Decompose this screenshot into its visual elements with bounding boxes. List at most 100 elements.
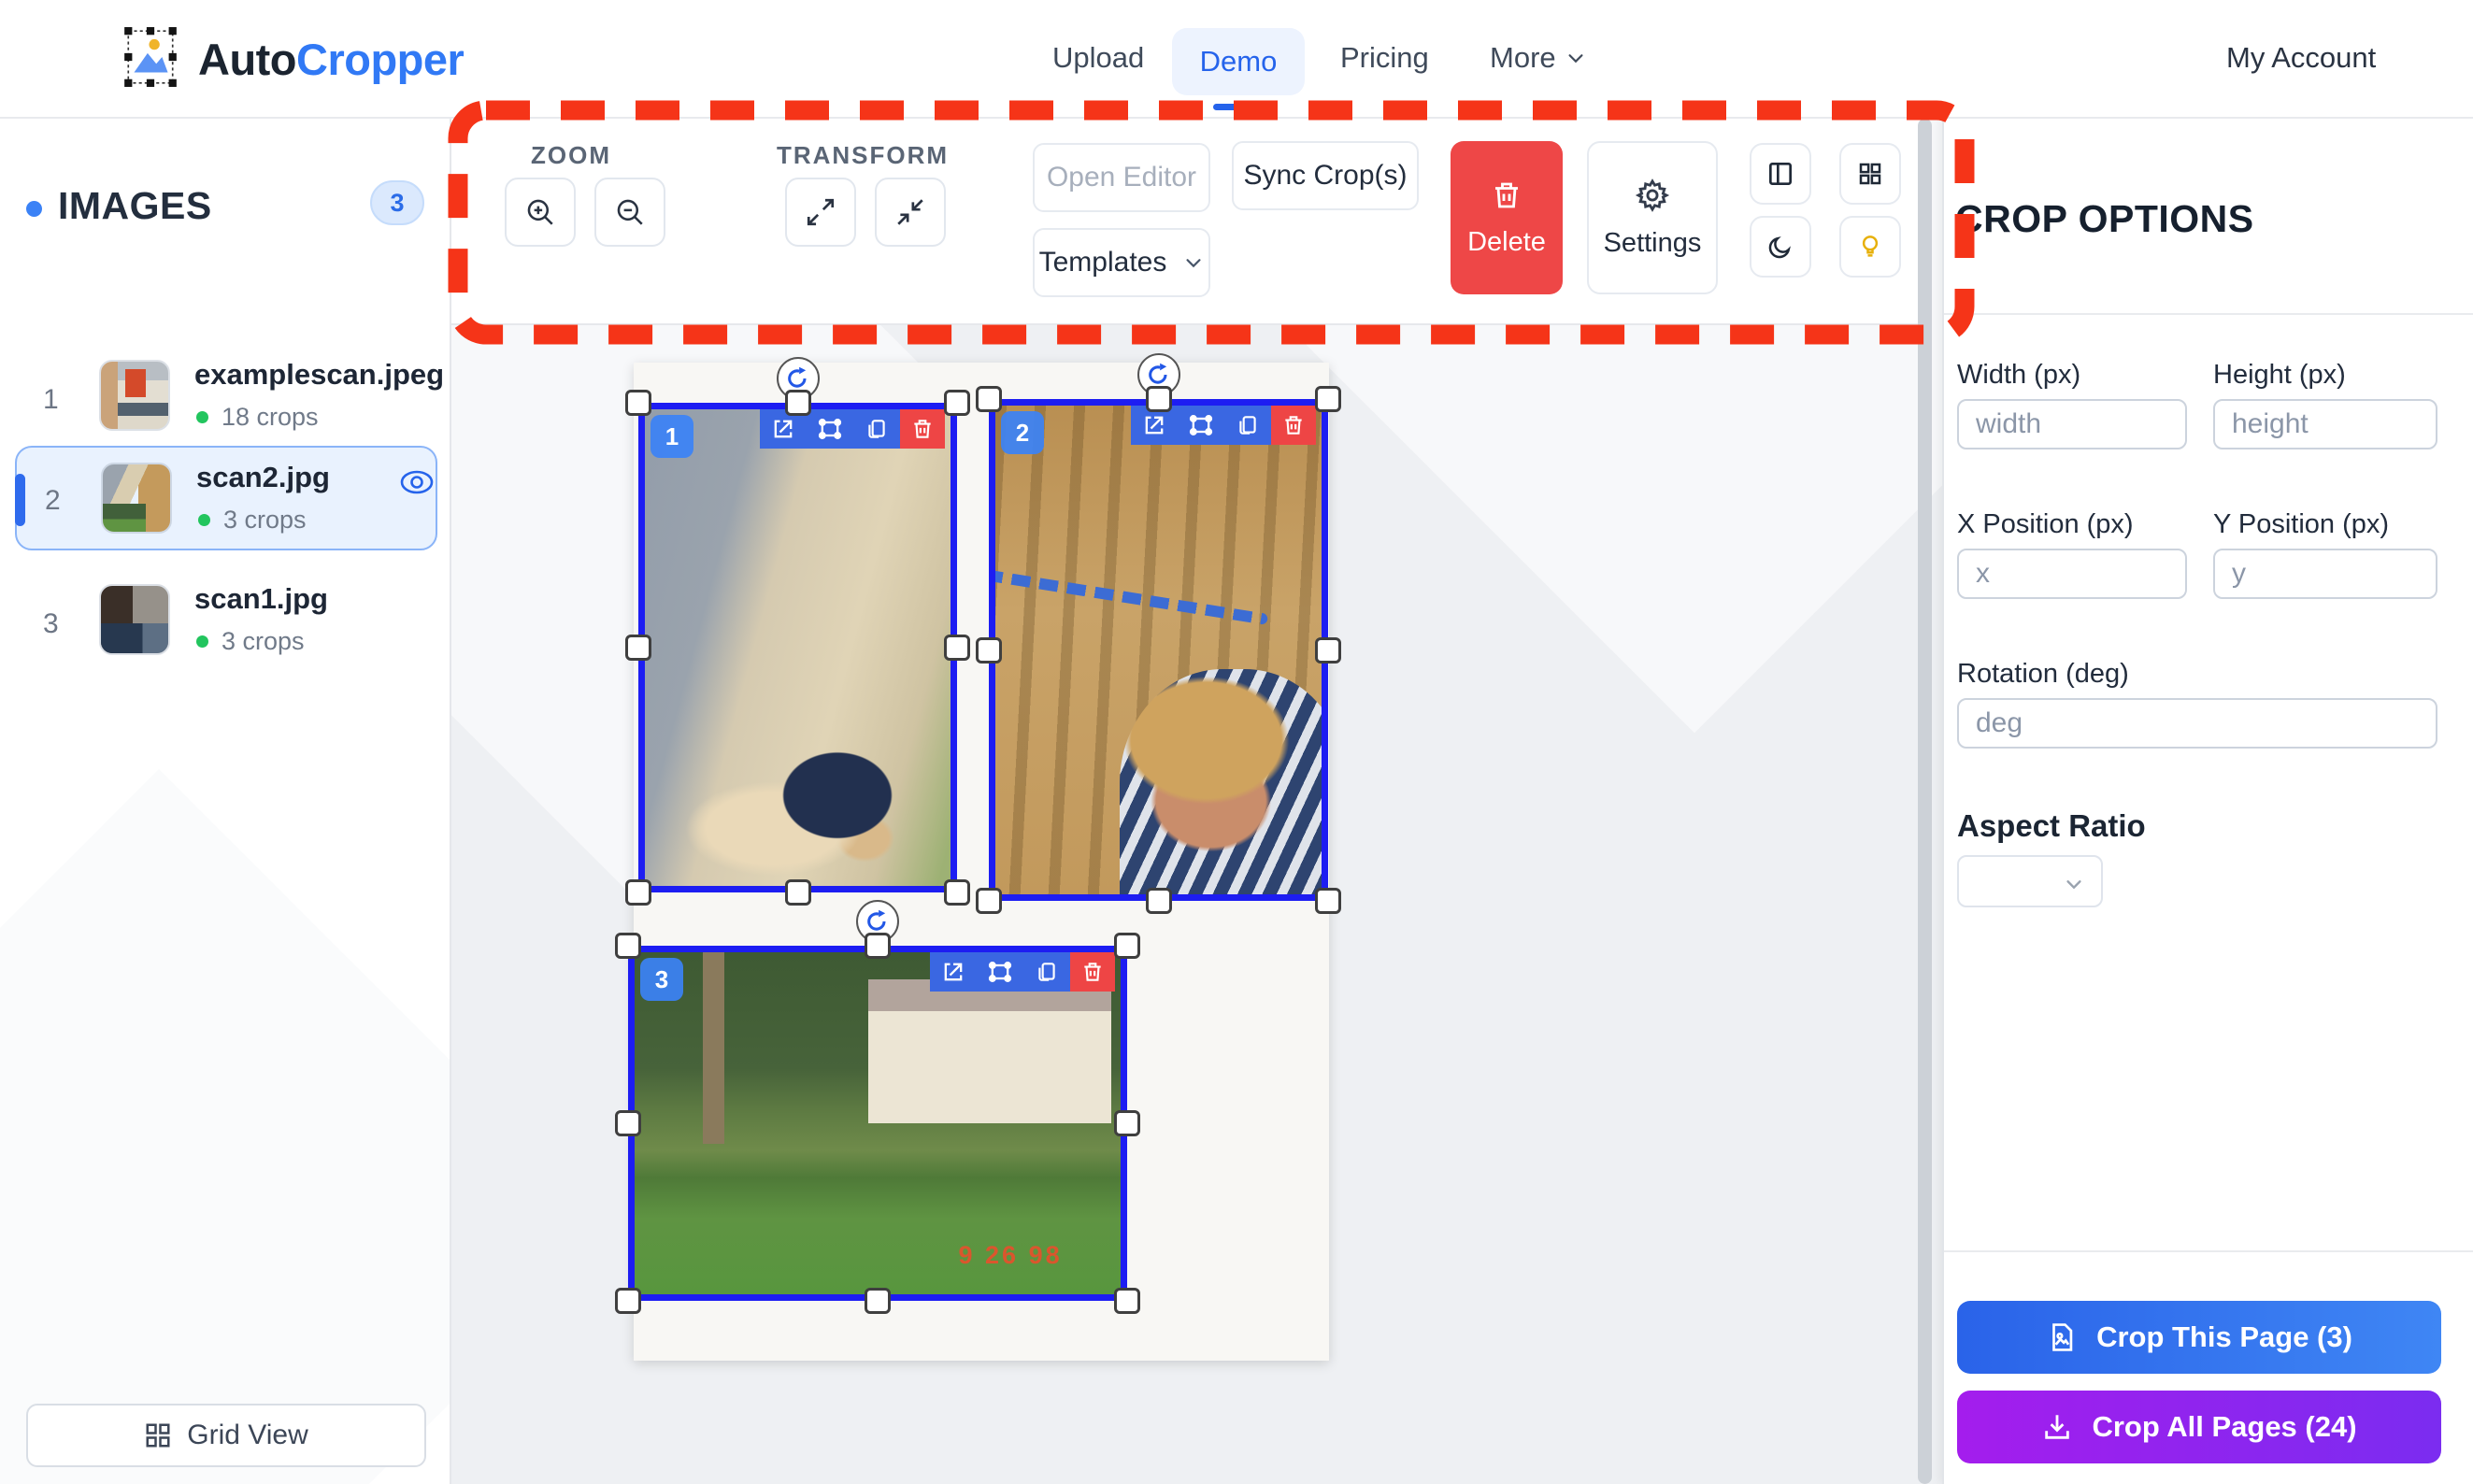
duplicate-icon[interactable]: [1224, 406, 1271, 445]
resize-handle[interactable]: [625, 879, 651, 906]
duplicate-icon[interactable]: [853, 409, 900, 449]
nav-more-label: More: [1490, 41, 1556, 75]
rotation-input[interactable]: [1957, 698, 2437, 749]
sync-crops-button[interactable]: Sync Crop(s): [1232, 141, 1419, 210]
resize-handle[interactable]: [944, 635, 970, 661]
grid-view-button[interactable]: Grid View: [26, 1404, 426, 1467]
crop-number-badge: 3: [640, 958, 683, 1001]
aspect-ratio-select[interactable]: [1957, 855, 2103, 907]
transform-corners-icon[interactable]: [977, 952, 1023, 992]
delete-crop-icon[interactable]: [1070, 952, 1115, 992]
zoom-section-label: ZOOM: [509, 141, 633, 170]
duplicate-icon[interactable]: [1023, 952, 1070, 992]
lightbulb-icon: [1856, 233, 1884, 261]
transform-corners-icon[interactable]: [1178, 406, 1224, 445]
grid-layout-button[interactable]: [1839, 143, 1901, 205]
resize-handle[interactable]: [625, 635, 651, 661]
canvas-scrollbar[interactable]: [1918, 119, 1932, 1484]
expand-arrows-icon: [805, 196, 836, 228]
y-position-input[interactable]: [2213, 549, 2437, 599]
delete-crop-icon[interactable]: [900, 409, 945, 449]
nav-more[interactable]: More: [1490, 41, 1586, 75]
nav-my-account[interactable]: My Account: [2226, 41, 2376, 75]
crop-region-1[interactable]: 1: [638, 403, 957, 892]
nav-demo[interactable]: Demo: [1172, 28, 1305, 95]
resize-handle[interactable]: [1146, 386, 1172, 412]
expand-button[interactable]: [785, 178, 856, 247]
transform-section-label: TRANSFORM: [760, 141, 965, 170]
photo-boy-on-swing: [995, 406, 1322, 894]
selected-accent-bar: [15, 474, 25, 526]
resize-handle[interactable]: [976, 888, 1002, 914]
resize-handle[interactable]: [1315, 888, 1341, 914]
crop-all-pages-button[interactable]: Crop All Pages (24): [1957, 1391, 2441, 1463]
photo-house-garden: 9 26 98: [635, 952, 1121, 1294]
resize-handle[interactable]: [976, 637, 1002, 664]
eye-visible-icon[interactable]: [398, 468, 436, 496]
width-input[interactable]: [1957, 399, 2187, 449]
crops-status-dot: [196, 635, 208, 648]
images-status-dot: [26, 201, 42, 217]
delete-label: Delete: [1467, 227, 1546, 258]
zoom-in-button[interactable]: [505, 178, 576, 247]
crop-region-3[interactable]: 9 26 98 3: [628, 946, 1127, 1301]
layout-panel-toggle-button[interactable]: [1750, 143, 1811, 205]
image-list-item-examplescan[interactable]: 1 examplescan.jpeg 18 crops: [0, 350, 451, 448]
editor-toolbar: ZOOM TRANSFORM Open Editor Templates Syn…: [451, 119, 1925, 325]
collapse-button[interactable]: [875, 178, 946, 247]
resize-handle[interactable]: [865, 1288, 891, 1314]
crop-mini-toolbar: [930, 952, 1115, 992]
item-filename: scan1.jpg: [194, 582, 328, 616]
gear-icon: [1635, 178, 1670, 213]
dark-mode-button[interactable]: [1750, 216, 1811, 278]
aspect-ratio-label: Aspect Ratio: [1957, 808, 2146, 844]
resize-handle[interactable]: [1114, 1288, 1140, 1314]
resize-handle[interactable]: [785, 390, 811, 416]
resize-handle[interactable]: [944, 879, 970, 906]
height-input[interactable]: [2213, 399, 2437, 449]
resize-handle[interactable]: [944, 390, 970, 416]
templates-dropdown[interactable]: Templates: [1033, 228, 1210, 297]
x-position-label: X Position (px): [1957, 509, 2134, 540]
resize-handle[interactable]: [1114, 1110, 1140, 1136]
image-list-item-scan1[interactable]: 3 scan1.jpg 3 crops: [0, 575, 451, 672]
x-position-input[interactable]: [1957, 549, 2187, 599]
nav-upload[interactable]: Upload: [1052, 41, 1144, 75]
resize-handle[interactable]: [865, 933, 891, 959]
crop-region-2[interactable]: 2: [989, 399, 1328, 901]
collapse-arrows-icon: [894, 196, 926, 228]
item-index: 3: [43, 608, 59, 640]
image-file-icon: [2046, 1321, 2078, 1353]
open-editor-button[interactable]: Open Editor: [1033, 143, 1210, 212]
light-mode-button[interactable]: [1839, 216, 1901, 278]
crops-status-dot: [198, 514, 210, 526]
nav-pricing[interactable]: Pricing: [1340, 41, 1429, 75]
templates-label: Templates: [1039, 247, 1167, 278]
logo[interactable]: AutoCropper: [120, 26, 464, 93]
resize-handle[interactable]: [1114, 933, 1140, 959]
zoom-out-button[interactable]: [594, 178, 665, 247]
resize-handle[interactable]: [615, 1110, 641, 1136]
open-in-editor-icon[interactable]: [930, 952, 977, 992]
resize-handle[interactable]: [1146, 888, 1172, 914]
image-list-item-scan2-selected[interactable]: 2 scan2.jpg 3 crops: [15, 446, 437, 550]
nav-demo-active-underline: [1213, 104, 1265, 110]
resize-handle[interactable]: [1315, 386, 1341, 412]
resize-handle[interactable]: [625, 390, 651, 416]
crop-this-page-button[interactable]: Crop This Page (3): [1957, 1301, 2441, 1374]
delete-crop-icon[interactable]: [1271, 406, 1316, 445]
crops-status-dot: [196, 411, 208, 423]
resize-handle[interactable]: [615, 933, 641, 959]
delete-button[interactable]: Delete: [1451, 141, 1563, 294]
logo-auto: Auto: [198, 35, 296, 84]
transform-corners-icon[interactable]: [807, 409, 853, 449]
resize-handle[interactable]: [976, 386, 1002, 412]
resize-handle[interactable]: [615, 1288, 641, 1314]
resize-handle[interactable]: [785, 879, 811, 906]
canvas-area: 1 2: [451, 119, 1942, 1484]
logo-crop-marks-icon: [120, 26, 181, 93]
resize-handle[interactable]: [1315, 637, 1341, 664]
settings-button[interactable]: Settings: [1587, 141, 1718, 294]
trash-icon: [1490, 178, 1523, 212]
settings-label: Settings: [1604, 228, 1702, 259]
